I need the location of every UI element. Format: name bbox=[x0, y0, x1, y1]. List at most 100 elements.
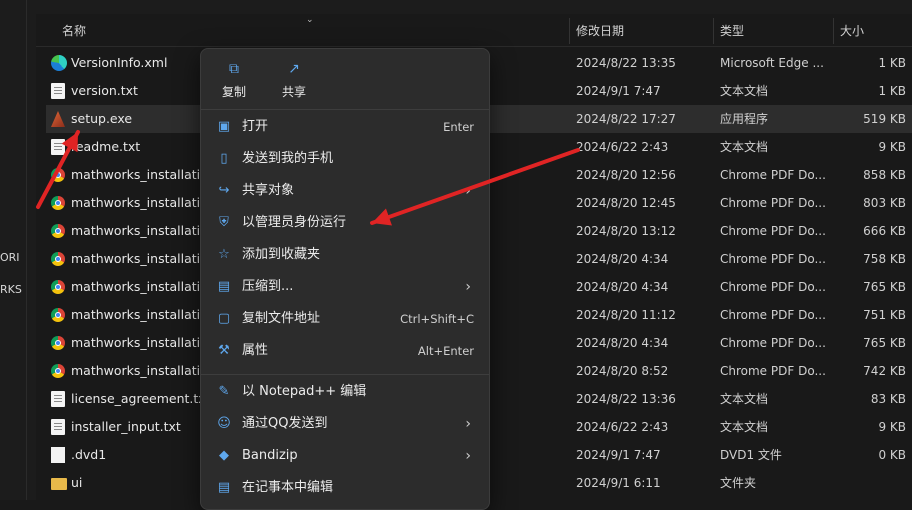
chrome-pdf-icon bbox=[51, 224, 65, 238]
admin-shield-icon: ⛨ bbox=[219, 215, 229, 230]
menu-item-compress[interactable]: ▤ 压缩到... › bbox=[205, 272, 485, 302]
menu-divider bbox=[201, 109, 489, 110]
file-type: Chrome PDF Do... bbox=[720, 224, 826, 238]
file-name[interactable]: version.txt bbox=[71, 77, 138, 105]
file-size: 751 KB bbox=[863, 308, 906, 322]
menu-item-label: 在记事本中编辑 bbox=[242, 480, 334, 495]
menu-item-shortcut: Alt+Enter bbox=[417, 344, 474, 358]
file-date: 2024/8/20 8:52 bbox=[576, 364, 669, 378]
file-type: 文本文档 bbox=[720, 392, 769, 406]
share-object-icon: ↪ bbox=[218, 183, 230, 198]
file-size: 1 KB bbox=[878, 56, 906, 70]
copy-quick-action[interactable]: ⧉ 复制 bbox=[208, 59, 260, 103]
file-name[interactable]: setup.exe bbox=[71, 105, 132, 133]
edge-icon bbox=[51, 55, 67, 71]
share-icon: ↗ bbox=[288, 61, 300, 77]
menu-item-share-object[interactable]: ↪ 共享对象 › bbox=[205, 176, 485, 206]
file-type: 文本文档 bbox=[720, 84, 769, 98]
menu-item-notepadpp[interactable]: ✎ 以 Notepad++ 编辑 bbox=[205, 377, 485, 407]
file-name[interactable]: mathworks_installation bbox=[71, 245, 216, 273]
file-size: 519 KB bbox=[863, 112, 906, 126]
file-name[interactable]: mathworks_installation bbox=[71, 329, 216, 357]
column-divider[interactable] bbox=[713, 18, 714, 44]
file-type: 文本文档 bbox=[720, 140, 769, 154]
menu-item-qq[interactable]: ☺ 通过QQ发送到 › bbox=[205, 409, 485, 439]
phone-icon: ▯ bbox=[220, 151, 228, 166]
navigation-pane: ORI RKS bbox=[0, 0, 36, 500]
share-quick-action[interactable]: ↗ 共享 bbox=[268, 59, 320, 103]
file-name[interactable]: mathworks_installation bbox=[71, 273, 216, 301]
menu-item-label: Bandizip bbox=[242, 448, 298, 463]
nav-item-fragment[interactable]: ORI bbox=[0, 251, 20, 264]
file-name[interactable]: mathworks_installation bbox=[71, 189, 216, 217]
menu-item-shortcut: Enter bbox=[443, 120, 474, 134]
chrome-pdf-icon bbox=[51, 196, 65, 210]
chrome-pdf-icon bbox=[51, 308, 65, 322]
menu-item-star[interactable]: ☆ 添加到收藏夹 bbox=[205, 240, 485, 270]
chevron-right-icon: › bbox=[465, 279, 471, 295]
toolbar-strip bbox=[36, 0, 912, 14]
menu-item-label: 以管理员身份运行 bbox=[242, 215, 347, 230]
copy-path-icon: ▢ bbox=[217, 311, 231, 326]
file-size: 1 KB bbox=[878, 84, 906, 98]
file-type: Chrome PDF Do... bbox=[720, 196, 826, 210]
pane-divider bbox=[26, 0, 27, 500]
menu-item-wrench[interactable]: ⚒ 属性 Alt+Enter bbox=[205, 336, 485, 366]
file-name[interactable]: installer_input.txt bbox=[71, 413, 181, 441]
qq-icon: ☺ bbox=[217, 416, 231, 431]
file-size: 765 KB bbox=[863, 280, 906, 294]
file-date: 2024/6/22 2:43 bbox=[576, 420, 669, 434]
menu-item-copy-path[interactable]: ▢ 复制文件地址 Ctrl+Shift+C bbox=[205, 304, 485, 334]
file-name[interactable]: mathworks_installation bbox=[71, 301, 216, 329]
file-name[interactable]: license_agreement.txt bbox=[71, 385, 211, 413]
menu-item-admin-shield[interactable]: ⛨ 以管理员身份运行 bbox=[205, 208, 485, 238]
sort-indicator-icon: ⌄ bbox=[306, 15, 314, 25]
column-divider[interactable] bbox=[569, 18, 570, 44]
chrome-pdf-icon bbox=[51, 364, 65, 378]
menu-item-shortcut: Ctrl+Shift+C bbox=[400, 312, 474, 326]
file-name[interactable]: readme.txt bbox=[71, 133, 140, 161]
matlab-icon bbox=[51, 111, 65, 127]
menu-item-notepad[interactable]: ▤ 在记事本中编辑 bbox=[205, 473, 485, 503]
column-date-header[interactable]: 修改日期 bbox=[576, 14, 624, 46]
menu-item-label: 通过QQ发送到 bbox=[242, 416, 328, 431]
text-file-icon bbox=[51, 83, 65, 99]
compress-icon: ▤ bbox=[217, 279, 231, 294]
menu-item-open[interactable]: ▣ 打开 Enter bbox=[205, 112, 485, 142]
file-date: 2024/8/22 13:35 bbox=[576, 56, 676, 70]
text-file-icon bbox=[51, 391, 65, 407]
file-date: 2024/8/20 4:34 bbox=[576, 280, 669, 294]
column-size-header[interactable]: 大小 bbox=[840, 14, 864, 46]
file-date: 2024/8/22 17:27 bbox=[576, 112, 676, 126]
column-divider[interactable] bbox=[833, 18, 834, 44]
nav-item-fragment[interactable]: RKS bbox=[0, 283, 22, 296]
file-name[interactable]: .dvd1 bbox=[71, 441, 106, 469]
file-date: 2024/9/1 6:11 bbox=[576, 476, 661, 490]
chrome-pdf-icon bbox=[51, 168, 65, 182]
menu-item-phone[interactable]: ▯ 发送到我的手机 bbox=[205, 144, 485, 174]
chevron-right-icon: › bbox=[465, 416, 471, 432]
menu-item-bandizip[interactable]: ◆ Bandizip › bbox=[205, 441, 485, 471]
file-name[interactable]: mathworks_installation bbox=[71, 161, 216, 189]
file-type: Chrome PDF Do... bbox=[720, 336, 826, 350]
file-date: 2024/9/1 7:47 bbox=[576, 84, 661, 98]
menu-item-label: 属性 bbox=[242, 343, 269, 358]
chrome-pdf-icon bbox=[51, 252, 65, 266]
notepad-icon: ▤ bbox=[217, 480, 231, 495]
menu-item-label: 压缩到... bbox=[242, 279, 294, 294]
file-name[interactable]: mathworks_installation bbox=[71, 217, 216, 245]
file-size: 9 KB bbox=[878, 420, 906, 434]
file-name[interactable]: VersionInfo.xml bbox=[71, 49, 167, 77]
context-menu: ⧉ 复制 ↗ 共享 ▣ 打开 Enter ▯ 发送到我的手机 ↪ 共享对象 › ⛨ 以管理员身份运… bbox=[200, 48, 490, 510]
file-size: 765 KB bbox=[863, 336, 906, 350]
column-type-header[interactable]: 类型 bbox=[720, 14, 744, 46]
file-name[interactable]: ui bbox=[71, 469, 82, 497]
column-name-header[interactable]: 名称 bbox=[62, 14, 86, 46]
menu-item-label: 添加到收藏夹 bbox=[242, 247, 321, 262]
file-type: 文本文档 bbox=[720, 420, 769, 434]
file-date: 2024/9/1 7:47 bbox=[576, 448, 661, 462]
file-date: 2024/8/20 4:34 bbox=[576, 336, 669, 350]
open-icon: ▣ bbox=[217, 119, 231, 134]
file-date: 2024/8/20 12:45 bbox=[576, 196, 676, 210]
file-name[interactable]: mathworks_installation bbox=[71, 357, 216, 385]
